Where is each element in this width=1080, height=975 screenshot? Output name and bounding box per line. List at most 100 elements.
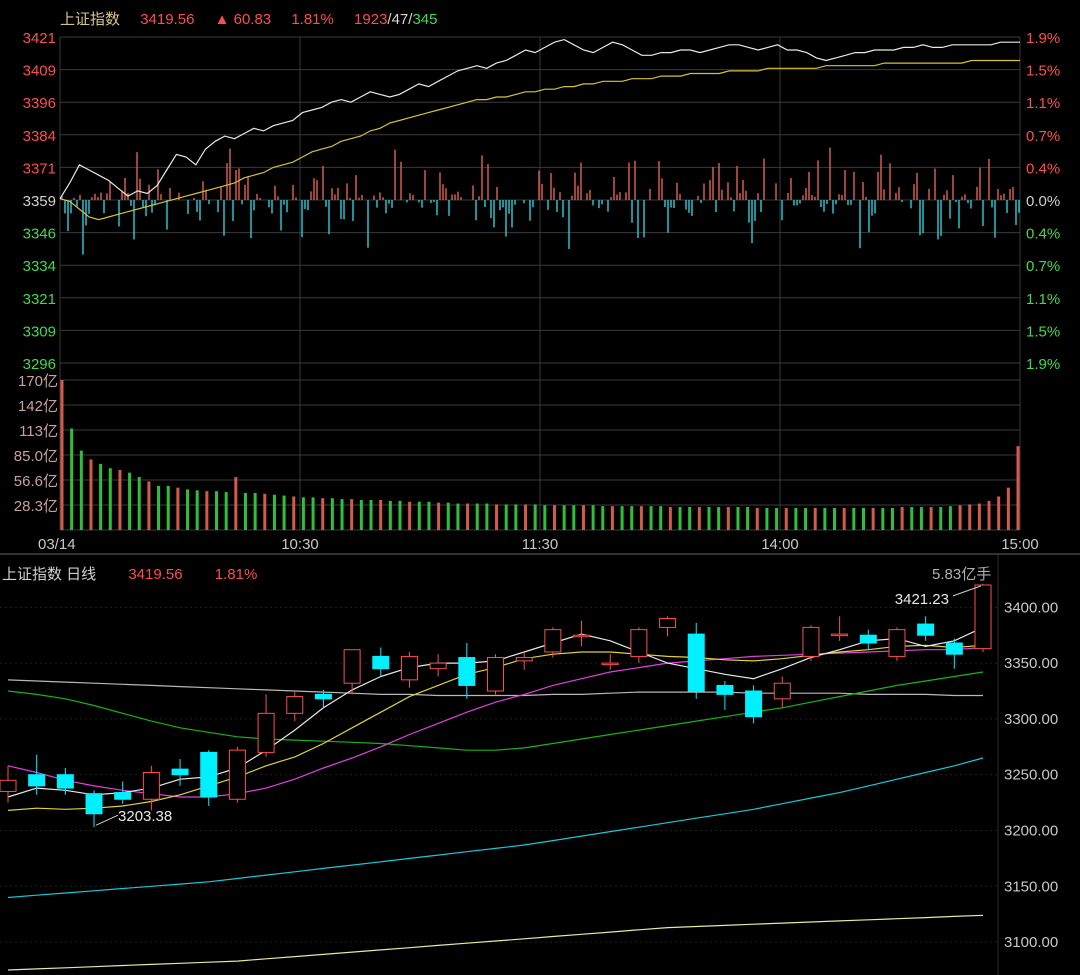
- volume-bar: [804, 507, 808, 530]
- volume-bar: [601, 506, 605, 530]
- volume-bar: [755, 507, 759, 530]
- volume-bar: [977, 503, 981, 530]
- volume-bar: [79, 450, 83, 530]
- candle-body[interactable]: [487, 657, 504, 692]
- candle-body[interactable]: [888, 629, 906, 657]
- candle-body[interactable]: [200, 751, 218, 798]
- volume-bar: [871, 507, 875, 530]
- candle-body[interactable]: [400, 655, 418, 681]
- price-tick-label: 3359: [23, 193, 56, 210]
- pct-tick-label: 0.7%: [1026, 128, 1060, 145]
- candle-body[interactable]: [917, 623, 935, 636]
- candle-body[interactable]: [286, 696, 304, 714]
- volume-bar: [311, 497, 315, 530]
- volume-bar: [485, 503, 489, 530]
- volume-bar: [842, 507, 846, 530]
- price-tick-label: 3334: [23, 258, 56, 275]
- volume-bar: [572, 505, 576, 530]
- candle-body[interactable]: [945, 642, 963, 655]
- daily-tick-label: 3150.00: [1004, 878, 1058, 895]
- candle-body[interactable]: [228, 749, 246, 800]
- candle-body[interactable]: [659, 617, 677, 628]
- time-tick-label: 14:00: [761, 536, 799, 553]
- volume-bar: [1006, 487, 1010, 530]
- candle-body[interactable]: [343, 649, 361, 684]
- volume-bar: [823, 507, 827, 530]
- pct-tick-label: 1.1%: [1026, 291, 1060, 308]
- volume-bar: [697, 507, 701, 530]
- volume-bar: [861, 507, 865, 530]
- intraday-price-chart[interactable]: 3421 3409 3396 3384 3371 3359 3346 3334 3321 3309…: [0, 0, 1080, 555]
- price-tick-label: 3321: [23, 291, 56, 308]
- daily-tick-label: 3100.00: [1004, 934, 1058, 951]
- volume-bar: [610, 506, 614, 530]
- volume-bar: [224, 492, 228, 530]
- volume-bar: [630, 506, 634, 530]
- volume-bar: [195, 490, 199, 530]
- volume-tick-label: 56.6亿: [14, 473, 58, 490]
- volume-bar: [1016, 446, 1020, 530]
- time-tick-label: 15:00: [1001, 536, 1039, 553]
- candle-body[interactable]: [974, 584, 992, 650]
- candle-body[interactable]: [458, 657, 476, 686]
- candle-body[interactable]: [171, 768, 189, 776]
- candle-body[interactable]: [687, 633, 705, 692]
- volume-bar: [591, 505, 595, 530]
- candle-body[interactable]: [257, 712, 275, 753]
- volume-bar: [929, 507, 933, 530]
- daily-candle-chart[interactable]: 3400.00 3350.00 3300.00 3250.00 3200.00 3150.…: [0, 555, 1080, 975]
- candle-body[interactable]: [573, 634, 591, 638]
- candle-body[interactable]: [544, 629, 562, 653]
- volume-bar: [543, 505, 547, 530]
- candle-body[interactable]: [859, 634, 877, 644]
- volume-bar: [504, 504, 508, 530]
- candle-body[interactable]: [515, 657, 533, 662]
- volume-bar: [128, 472, 132, 530]
- volume-bar: [466, 503, 470, 530]
- volume-bar: [243, 492, 247, 530]
- volume-bar: [388, 500, 392, 530]
- daily-tick-label: 3250.00: [1004, 767, 1058, 784]
- candle-body[interactable]: [745, 690, 763, 718]
- candle-body[interactable]: [716, 684, 734, 695]
- candle-body[interactable]: [114, 792, 132, 800]
- volume-bar: [301, 497, 305, 530]
- volume-bar: [890, 507, 894, 530]
- candle-body[interactable]: [773, 682, 791, 700]
- candle-body[interactable]: [601, 662, 619, 666]
- volume-bar: [60, 380, 64, 530]
- candle-body[interactable]: [142, 771, 160, 800]
- volume-tick-label: 113亿: [19, 423, 58, 440]
- high-annotation: 3421.23: [895, 591, 949, 608]
- candle-body[interactable]: [56, 774, 74, 789]
- time-tick-label: 03/14: [38, 536, 76, 553]
- candle-body[interactable]: [0, 779, 17, 792]
- volume-bar: [99, 463, 103, 530]
- volume-bar: [581, 505, 585, 530]
- volume-bar: [70, 428, 74, 530]
- price-tick-label: 3421: [23, 30, 56, 47]
- time-tick-label: 10:30: [281, 536, 319, 553]
- volume-bar: [707, 507, 711, 530]
- volume-bar: [340, 499, 344, 530]
- volume-bar: [234, 477, 238, 530]
- volume-bar: [359, 500, 363, 530]
- volume-bar: [688, 507, 692, 530]
- price-tick-label: 3346: [23, 226, 56, 243]
- ma250-line: [7, 914, 984, 971]
- volume-bar: [939, 507, 943, 530]
- volume-bar: [562, 505, 566, 530]
- volume-bar: [881, 507, 885, 530]
- candle-body[interactable]: [831, 633, 849, 637]
- candle-body[interactable]: [372, 655, 390, 670]
- volume-bar: [659, 506, 663, 530]
- candle-body[interactable]: [630, 629, 648, 657]
- candle-body[interactable]: [85, 793, 103, 815]
- pct-tick-label: 1.9%: [1026, 356, 1060, 373]
- volume-bar: [900, 507, 904, 530]
- candle-body[interactable]: [802, 626, 820, 657]
- candle-body[interactable]: [429, 662, 447, 670]
- candle-body[interactable]: [314, 693, 332, 700]
- candle-body[interactable]: [28, 774, 46, 787]
- volume-bar: [620, 506, 624, 530]
